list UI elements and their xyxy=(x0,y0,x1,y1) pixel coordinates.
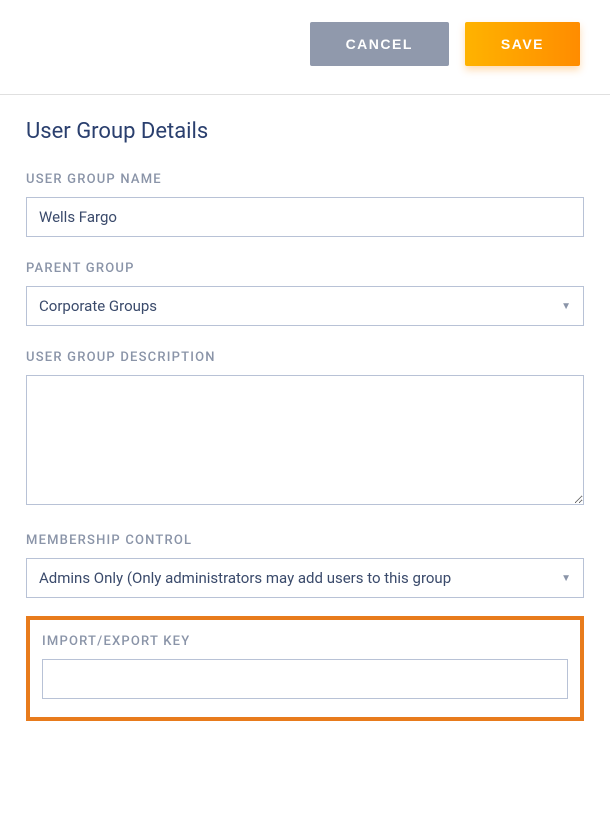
import-export-label: IMPORT/EXPORT KEY xyxy=(42,634,568,649)
save-button[interactable]: SAVE xyxy=(465,22,580,66)
page-title: User Group Details xyxy=(26,119,584,144)
cancel-button[interactable]: CANCEL xyxy=(310,22,449,66)
parent-group-value: Corporate Groups xyxy=(39,297,553,315)
parent-group-field-group: PARENT GROUP Corporate Groups ▼ xyxy=(26,261,584,326)
import-export-input[interactable] xyxy=(42,659,568,699)
group-name-field-group: USER GROUP NAME xyxy=(26,172,584,237)
form-container: User Group Details USER GROUP NAME PAREN… xyxy=(0,95,610,721)
caret-down-icon: ▼ xyxy=(561,573,571,584)
caret-down-icon: ▼ xyxy=(561,301,571,312)
group-name-input[interactable] xyxy=(26,197,584,237)
parent-group-select[interactable]: Corporate Groups ▼ xyxy=(26,286,584,326)
description-field-group: USER GROUP DESCRIPTION xyxy=(26,350,584,509)
membership-control-field-group: MEMBERSHIP CONTROL Admins Only (Only adm… xyxy=(26,533,584,598)
description-label: USER GROUP DESCRIPTION xyxy=(26,350,584,365)
membership-control-select[interactable]: Admins Only (Only administrators may add… xyxy=(26,558,584,598)
membership-control-value: Admins Only (Only administrators may add… xyxy=(39,569,553,587)
parent-group-label: PARENT GROUP xyxy=(26,261,584,276)
import-export-highlight: IMPORT/EXPORT KEY xyxy=(26,616,584,721)
description-textarea[interactable] xyxy=(26,375,584,505)
action-button-bar: CANCEL SAVE xyxy=(0,0,610,94)
import-export-field-group: IMPORT/EXPORT KEY xyxy=(42,634,568,699)
group-name-label: USER GROUP NAME xyxy=(26,172,584,187)
membership-control-label: MEMBERSHIP CONTROL xyxy=(26,533,584,548)
